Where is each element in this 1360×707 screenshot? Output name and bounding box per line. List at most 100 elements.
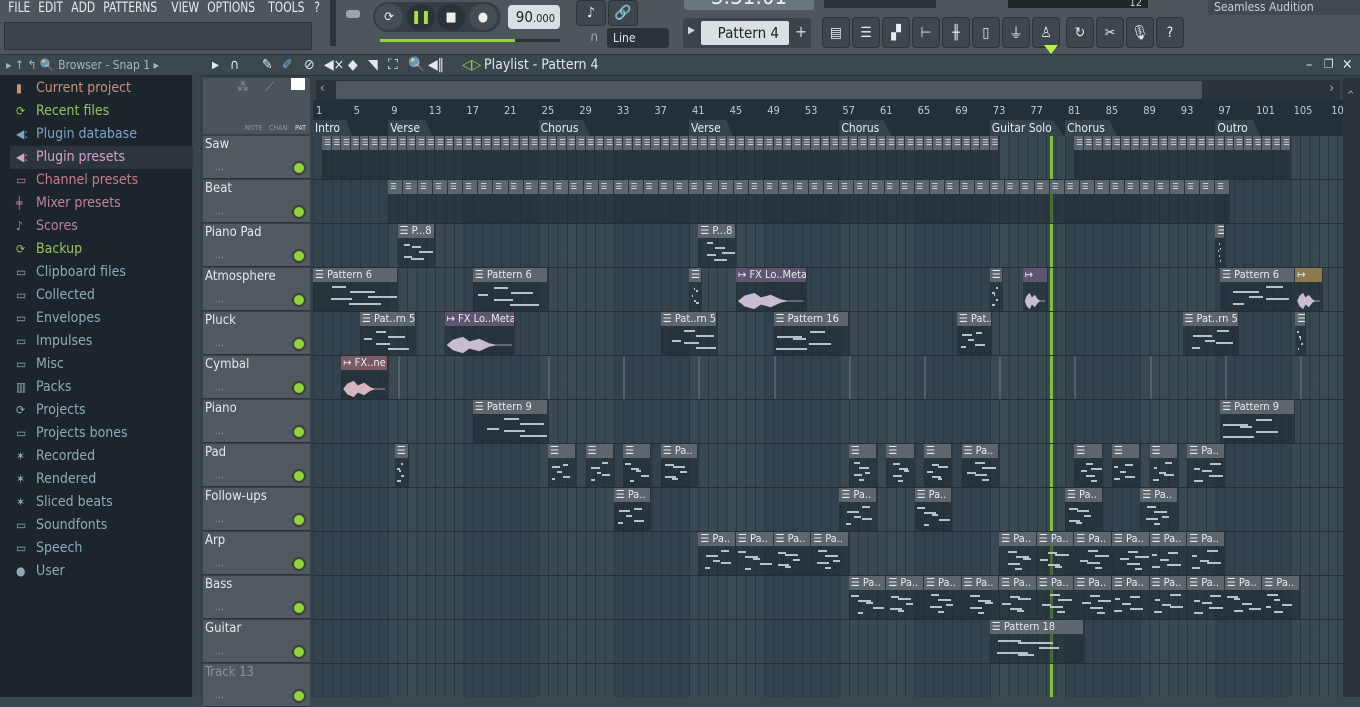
pattern-clip[interactable]: ☰ [519, 136, 530, 179]
track-mute-led[interactable] [294, 339, 304, 349]
tutor-button[interactable]: ♙ [1032, 17, 1060, 48]
pattern-clip[interactable]: ☰ Pa.. [1065, 488, 1103, 531]
browser-item-plugin-presets[interactable]: ◀: Plugin presets [10, 146, 193, 169]
pattern-clip[interactable]: ☰ [595, 136, 605, 179]
pattern-clip[interactable]: ☰ [369, 136, 379, 179]
pattern-clip[interactable]: ☰ [482, 136, 492, 179]
pattern-clip[interactable]: ☰ [929, 180, 945, 223]
pattern-clip[interactable]: ☰ [548, 444, 577, 487]
pattern-clip[interactable]: ☰ [764, 136, 774, 179]
pattern-clip[interactable]: ☰ [425, 136, 436, 179]
pattern-clip[interactable]: ☰ [717, 136, 727, 179]
audio-clip-tick[interactable] [548, 356, 550, 399]
pattern-clip[interactable]: ☰ [867, 136, 877, 179]
track-options-icon[interactable]: … [215, 602, 224, 613]
scroll-thumb[interactable] [336, 81, 1202, 99]
audio-clip-tick[interactable] [1074, 356, 1077, 399]
pattern-clip[interactable]: ☰ Pa.. [1036, 532, 1075, 575]
pattern-clip[interactable]: ☰ [478, 180, 494, 223]
pattern-clip[interactable]: ☰ [576, 136, 586, 179]
note-label[interactable]: NOTE [245, 124, 263, 132]
browser-item-plugin-database[interactable]: ◀: Plugin database [10, 123, 193, 146]
mic-button[interactable]: 🎙 [1126, 17, 1154, 48]
pattern-clip[interactable]: ☰ [886, 136, 896, 179]
track-header-arp[interactable]: Arp… [203, 532, 310, 575]
cut-button[interactable]: ✂ [1096, 17, 1124, 48]
pattern-clip[interactable]: ☰ [858, 136, 868, 179]
pattern-clip[interactable]: ☰ [1215, 136, 1225, 179]
pattern-clip[interactable]: ☰ [1295, 312, 1306, 355]
pencil-icon[interactable]: ✎ [262, 57, 273, 73]
pattern-clip[interactable]: ☰ [523, 180, 539, 223]
minimize-button[interactable]: – [1306, 57, 1312, 73]
pattern-clip[interactable]: ☰ Pat..rn 5 [660, 312, 718, 355]
pattern-clip[interactable]: ☰ Pattern 16 [773, 312, 849, 355]
pattern-clip[interactable]: ☰ Pa.. [1036, 576, 1075, 619]
browser-item-mixer-presets[interactable]: ╪ Mixer presets [10, 192, 193, 215]
pattern-clip[interactable]: ☰ Pa.. [886, 576, 924, 619]
track-options-icon[interactable]: … [215, 250, 224, 261]
pause-button[interactable]: ❚❚ [407, 4, 435, 30]
pattern-clip[interactable]: ☰ [933, 136, 943, 179]
pattern-clip[interactable]: ☰ [989, 268, 1003, 311]
pattern-clip[interactable]: ☰ [905, 136, 915, 179]
help-button[interactable]: ? [1156, 17, 1184, 48]
undo-button[interactable]: ↻ [1066, 17, 1094, 48]
track-mute-led[interactable] [294, 603, 304, 613]
pattern-clip[interactable]: ☰ Pa.. [1074, 576, 1112, 619]
menu-file[interactable]: FILE [4, 0, 35, 18]
pattern-menu-arrow-icon[interactable]: ▶ [688, 25, 695, 36]
pattern-clip[interactable]: ☰ [1074, 136, 1084, 179]
marker-verse[interactable]: Verse [689, 120, 733, 136]
pattern-clip[interactable]: ☰ [1262, 136, 1272, 179]
track-mute-led[interactable] [294, 427, 304, 437]
pattern-clip[interactable]: ☰ [783, 136, 793, 179]
delete-icon[interactable]: ⊘ [304, 57, 315, 73]
pattern-clip[interactable]: ☰ [895, 136, 906, 179]
browser-item-soundfonts[interactable]: ▭ Soundfonts [10, 514, 193, 537]
pattern-clip[interactable]: ☰ [754, 136, 765, 179]
pattern-clip[interactable]: ☰ [959, 180, 975, 223]
track-mute-led[interactable] [294, 515, 304, 525]
maximize-button[interactable]: ❐ [1324, 57, 1334, 71]
pattern-clip[interactable]: ☰ [568, 180, 584, 223]
track-options-icon[interactable]: … [215, 162, 224, 173]
pattern-clip[interactable]: ☰ Pa.. [1187, 444, 1225, 487]
pattern-clip[interactable]: ☰ Pa.. [613, 488, 652, 531]
pattern-clip[interactable]: ☰ [914, 180, 930, 223]
pattern-clip[interactable]: ☰ Pattern 6 [472, 268, 548, 311]
typing-keyboard-button[interactable]: ♪ [576, 0, 606, 26]
pattern-clip[interactable]: ☰ Pa.. [848, 576, 887, 619]
audio-clip-tick[interactable] [698, 356, 701, 399]
pattern-clip[interactable]: ☰ [529, 136, 539, 179]
piano-icon[interactable] [291, 78, 305, 90]
pattern-clip[interactable]: ☰ [1112, 136, 1122, 179]
pattern-clip[interactable]: ☰ [1196, 136, 1206, 179]
track-header-beat[interactable]: Beat… [203, 180, 310, 223]
audio-clip-tick[interactable] [999, 356, 1002, 399]
track-mute-led[interactable] [294, 251, 304, 261]
pattern-clip[interactable]: ☰ [839, 180, 855, 223]
pattern-clip[interactable]: ☰ Pa.. [1187, 576, 1225, 619]
loop-mode-button[interactable]: ⟳ [375, 4, 403, 30]
track-name[interactable]: Pad [205, 445, 226, 460]
pattern-clip[interactable]: ☰ [394, 444, 409, 487]
track-name[interactable]: Cymbal [205, 357, 249, 372]
browser-item-misc[interactable]: ▭ Misc [10, 353, 193, 376]
pattern-clip[interactable]: ☰ [1121, 136, 1131, 179]
pattern-clip[interactable]: ☰ [1234, 136, 1244, 179]
pattern-clip[interactable]: ☰ [884, 180, 900, 223]
audio-clip-tick[interactable] [848, 356, 851, 399]
master-pitch-knob[interactable] [346, 10, 360, 18]
pattern-clip[interactable]: ☰ [886, 444, 915, 487]
pattern-clip[interactable]: ☰ [736, 136, 746, 179]
pat-label[interactable]: PAT [295, 124, 306, 132]
browser-item-envelopes[interactable]: ▭ Envelopes [10, 307, 193, 330]
audio-clip-tick[interactable] [1224, 356, 1227, 399]
pattern-clip[interactable]: ☰ Pa.. [1149, 576, 1188, 619]
pattern-clip[interactable]: ☰ [1281, 136, 1291, 179]
audio-clip-tick[interactable] [1300, 356, 1302, 399]
pattern-clip[interactable]: ☰ Pa.. [1140, 488, 1178, 531]
pattern-clip[interactable]: ☰ [924, 136, 934, 179]
pattern-clip[interactable]: ☰ [689, 180, 705, 223]
